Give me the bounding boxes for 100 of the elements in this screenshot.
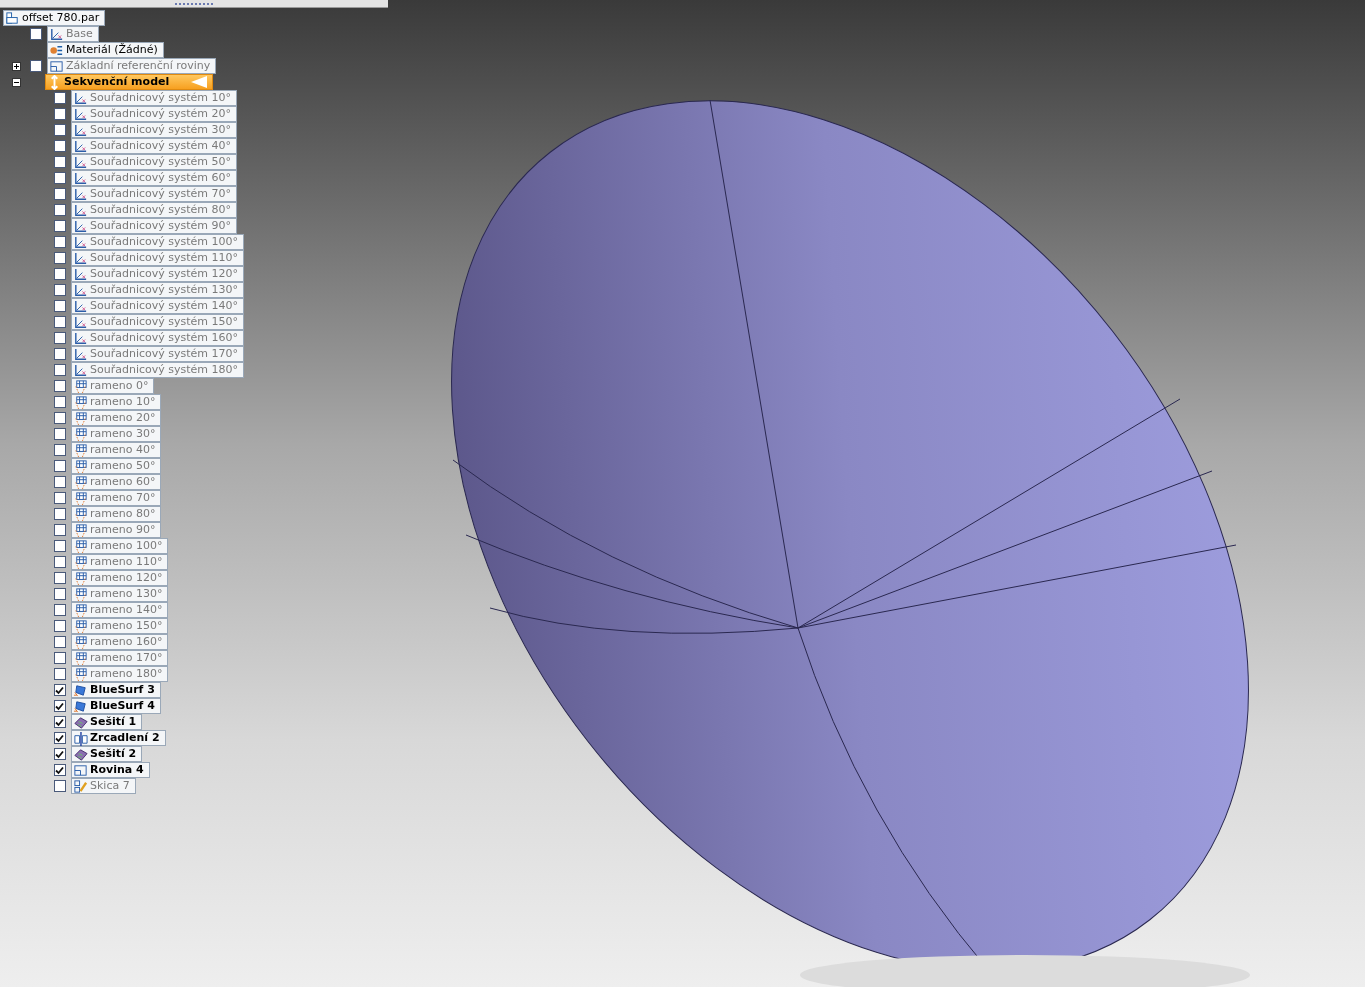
tree-item[interactable]: rameno 110° — [71, 554, 169, 570]
tree-item[interactable]: Souřadnicový systém 170° — [71, 346, 244, 362]
tree-item[interactable]: rameno 60° — [71, 474, 162, 490]
checkbox[interactable] — [53, 380, 66, 392]
tree-item[interactable]: rameno 140° — [71, 602, 169, 618]
checkbox[interactable] — [53, 396, 66, 408]
checkbox[interactable] — [53, 684, 66, 696]
tree-item[interactable]: rameno 120° — [71, 570, 169, 586]
checkbox[interactable] — [53, 780, 66, 792]
checkbox[interactable] — [53, 172, 66, 184]
checkbox[interactable] — [53, 108, 66, 120]
tree-item[interactable]: Souřadnicový systém 80° — [71, 202, 237, 218]
tree-item[interactable]: Souřadnicový systém 120° — [71, 266, 244, 282]
tree-item[interactable]: Zrcadlení 2 — [71, 730, 166, 746]
tree-item[interactable]: Souřadnicový systém 60° — [71, 170, 237, 186]
checkbox[interactable] — [53, 716, 66, 728]
tree-item[interactable]: offset 780.par — [3, 10, 106, 26]
tree-item[interactable]: Souřadnicový systém 50° — [71, 154, 237, 170]
checkbox[interactable] — [53, 588, 66, 600]
tree-item[interactable]: rameno 150° — [71, 618, 169, 634]
checkbox[interactable] — [53, 332, 66, 344]
tree-item[interactable]: Souřadnicový systém 150° — [71, 314, 244, 330]
tree-item[interactable]: rameno 160° — [71, 634, 169, 650]
tree-item[interactable]: rameno 180° — [71, 666, 169, 682]
checkbox[interactable] — [53, 572, 66, 584]
checkbox[interactable] — [29, 60, 42, 72]
checkbox[interactable] — [53, 540, 66, 552]
checkbox[interactable] — [53, 268, 66, 280]
checkbox[interactable] — [53, 700, 66, 712]
tree-item[interactable]: Souřadnicový systém 70° — [71, 186, 237, 202]
checkbox[interactable] — [53, 748, 66, 760]
tree-item[interactable]: Skica 7 — [71, 778, 136, 794]
checkbox[interactable] — [53, 204, 66, 216]
tree-item[interactable]: rameno 70° — [71, 490, 162, 506]
checkbox[interactable] — [53, 444, 66, 456]
checkbox[interactable] — [53, 140, 66, 152]
checkbox[interactable] — [53, 412, 66, 424]
tree-item[interactable]: Sešití 1 — [71, 714, 143, 730]
checkbox[interactable] — [53, 220, 66, 232]
tree-item[interactable]: BlueSurf 4 — [71, 698, 161, 714]
checkbox[interactable] — [53, 300, 66, 312]
tree-item[interactable]: rameno 0° — [71, 378, 155, 394]
checkbox[interactable] — [53, 92, 66, 104]
checkbox[interactable] — [53, 460, 66, 472]
checkbox[interactable] — [53, 124, 66, 136]
checkbox[interactable] — [29, 28, 42, 40]
checkbox[interactable] — [53, 556, 66, 568]
tree-item[interactable]: Souřadnicový systém 140° — [71, 298, 244, 314]
tree-item[interactable]: Souřadnicový systém 40° — [71, 138, 237, 154]
tree-item[interactable]: Souřadnicový systém 10° — [71, 90, 237, 106]
mirror-icon — [73, 730, 88, 746]
tree-item[interactable]: rameno 80° — [71, 506, 162, 522]
tree-item[interactable]: BlueSurf 3 — [71, 682, 161, 698]
tree-item[interactable]: Souřadnicový systém 180° — [71, 362, 244, 378]
tree-item[interactable]: rameno 170° — [71, 650, 169, 666]
tree-item[interactable]: Základní referenční roviny — [47, 58, 217, 74]
tree-item[interactable]: rameno 90° — [71, 522, 162, 538]
checkbox[interactable] — [53, 764, 66, 776]
checkbox[interactable] — [53, 620, 66, 632]
checkbox[interactable] — [53, 636, 66, 648]
axes-icon — [73, 106, 88, 122]
tree-item[interactable]: Rovina 4 — [71, 762, 150, 778]
tree-item[interactable]: Souřadnicový systém 20° — [71, 106, 237, 122]
tree-item[interactable]: Souřadnicový systém 130° — [71, 282, 244, 298]
collapse-icon[interactable] — [11, 77, 21, 87]
checkbox[interactable] — [53, 492, 66, 504]
checkbox[interactable] — [53, 732, 66, 744]
checkbox[interactable] — [53, 236, 66, 248]
checkbox[interactable] — [53, 364, 66, 376]
checkbox[interactable] — [53, 316, 66, 328]
tree-item[interactable]: Souřadnicový systém 90° — [71, 218, 237, 234]
tree-item[interactable]: Souřadnicový systém 110° — [71, 250, 244, 266]
tree-item[interactable]: Base — [47, 26, 99, 42]
axes-icon — [73, 234, 88, 250]
checkbox[interactable] — [53, 284, 66, 296]
tree-item[interactable]: Sešití 2 — [71, 746, 143, 762]
tree-item[interactable]: rameno 30° — [71, 426, 162, 442]
expand-icon[interactable] — [11, 61, 21, 71]
tree-item[interactable]: rameno 130° — [71, 586, 169, 602]
checkbox[interactable] — [53, 652, 66, 664]
checkbox[interactable] — [53, 668, 66, 680]
checkbox[interactable] — [53, 252, 66, 264]
checkbox[interactable] — [53, 476, 66, 488]
checkbox[interactable] — [53, 188, 66, 200]
checkbox[interactable] — [53, 156, 66, 168]
tree-item[interactable]: rameno 50° — [71, 458, 162, 474]
tree-item[interactable]: rameno 40° — [71, 442, 162, 458]
checkbox[interactable] — [53, 524, 66, 536]
tree-item[interactable]: Souřadnicový systém 160° — [71, 330, 244, 346]
tree-item[interactable]: Sekvenční model — [45, 74, 213, 90]
tree-item[interactable]: rameno 100° — [71, 538, 169, 554]
checkbox[interactable] — [53, 348, 66, 360]
tree-item[interactable]: rameno 10° — [71, 394, 162, 410]
tree-item[interactable]: rameno 20° — [71, 410, 162, 426]
checkbox[interactable] — [53, 508, 66, 520]
tree-item[interactable]: Souřadnicový systém 30° — [71, 122, 237, 138]
tree-item[interactable]: Souřadnicový systém 100° — [71, 234, 244, 250]
tree-item[interactable]: Materiál (Žádné) — [47, 42, 164, 58]
checkbox[interactable] — [53, 604, 66, 616]
checkbox[interactable] — [53, 428, 66, 440]
